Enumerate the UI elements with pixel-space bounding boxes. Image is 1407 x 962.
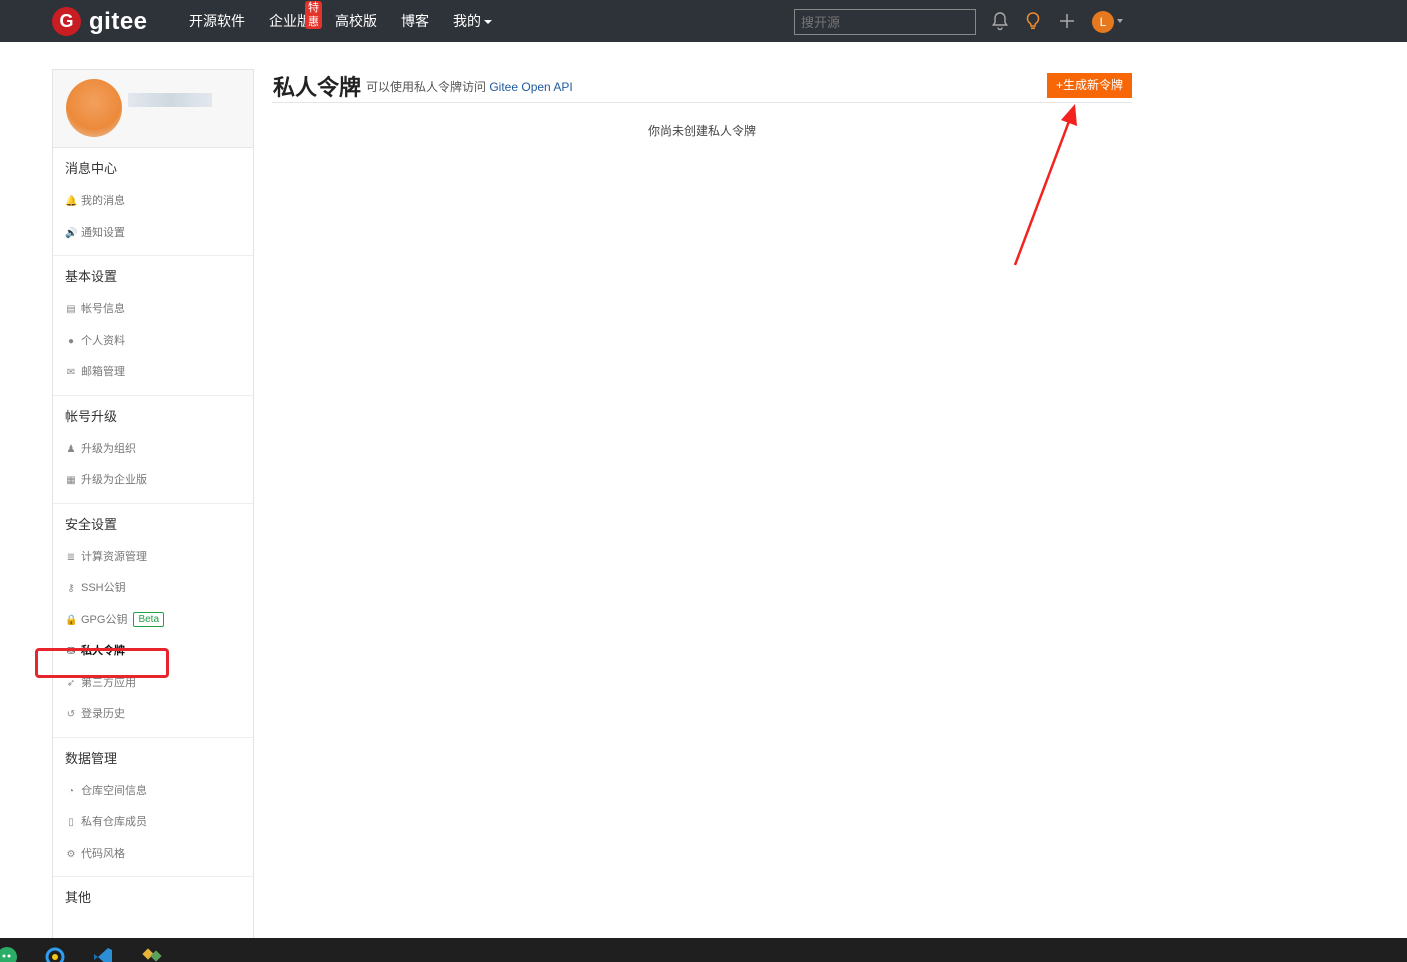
empty-state-text: 你尚未创建私人令牌 <box>647 124 756 138</box>
sidebar-item-label: 通知设置 <box>81 226 125 239</box>
sidebar-group-title: 其他 <box>65 890 92 905</box>
code-style-icon: ⚙ <box>66 848 76 860</box>
top-navbar: G gitee 开源软件 企业版 特惠 高校版 博客 我的 L <box>0 0 1407 42</box>
users-icon: ♟ <box>66 443 76 455</box>
sidebar-item-label: 代码风格 <box>81 847 125 860</box>
sidebar-item-label: 仓库空间信息 <box>81 784 147 797</box>
mail-icon: ✉ <box>66 367 76 378</box>
divider <box>272 102 1132 103</box>
nav-mine[interactable]: 我的 <box>453 11 492 31</box>
history-icon: ↺ <box>66 709 76 720</box>
nav-blog[interactable]: 博客 <box>401 11 429 31</box>
building-icon: ▦ <box>66 475 76 486</box>
username <box>128 93 212 107</box>
wechat-icon[interactable] <box>0 946 18 962</box>
sidebar-group: 基本设置 ▤ 帐号信息 ● 个人资料 ✉ 邮箱管理 <box>53 256 253 396</box>
nav-education[interactable]: 高校版 <box>335 11 377 31</box>
profile-card <box>53 70 253 148</box>
avatar[interactable]: L <box>1092 11 1114 33</box>
id-card-icon: ▤ <box>66 304 76 315</box>
sidebar-group-title: 数据管理 <box>65 750 118 766</box>
page-title: 私人令牌 <box>273 75 362 100</box>
nav-enterprise[interactable]: 企业版 特惠 <box>269 1 322 31</box>
bell-icon[interactable] <box>991 11 1009 36</box>
sidebar-item[interactable]: ● 个人资料 <box>53 326 253 358</box>
sidebar-item-label: 个人资料 <box>81 334 125 347</box>
git-tool-icon[interactable] <box>140 946 164 962</box>
sidebar-item[interactable]: ◔ 仓库空间信息 <box>53 776 253 808</box>
bell-icon: 🔔 <box>65 196 78 207</box>
sidebar-item[interactable]: ▤ 帐号信息 <box>53 294 253 326</box>
sidebar-item-label: 升级为企业版 <box>81 474 147 486</box>
nav-open-source[interactable]: 开源软件 <box>189 11 245 31</box>
sidebar-group-title: 消息中心 <box>65 161 118 176</box>
beta-badge: Beta <box>133 612 165 628</box>
user-icon: ● <box>67 335 75 347</box>
highlight-box <box>35 648 169 678</box>
sidebar-group: 数据管理 ◔ 仓库空间信息 ▯ 私有仓库成员 ⚙ 代码风格 <box>53 738 253 877</box>
avatar[interactable] <box>66 79 122 137</box>
sidebar-group-title: 安全设置 <box>65 516 118 532</box>
sidebar-group: 其他 <box>53 877 253 921</box>
sidebar-item[interactable]: ≣ 计算资源管理 <box>53 542 253 574</box>
sidebar-item-label: GPG公钥 <box>81 613 128 626</box>
nav-mine-label: 我的 <box>453 13 481 29</box>
sidebar-group-title: 帐号升级 <box>65 408 118 424</box>
promo-badge: 特惠 <box>305 1 322 29</box>
generate-token-button[interactable]: +生成新令牌 <box>1047 73 1132 98</box>
gitee-logo-text: gitee <box>89 7 148 35</box>
browser-icon[interactable] <box>44 946 66 962</box>
sidebar-item-label: 登录历史 <box>81 708 125 720</box>
sidebar-item-label: 第三方应用 <box>81 676 136 689</box>
speaker-icon: 🔊 <box>65 227 78 239</box>
key-icon: ⚷ <box>67 583 75 594</box>
gitee-logo[interactable]: G gitee <box>52 7 148 36</box>
gitee-logo-icon: G <box>52 7 81 36</box>
server-icon: ≣ <box>66 551 76 563</box>
chevron-down-icon[interactable] <box>1117 19 1123 23</box>
sidebar-item[interactable]: 🔔 我的消息 <box>53 186 253 218</box>
sidebar-item[interactable]: ↺ 登录历史 <box>53 699 253 731</box>
sidebar-group: 安全设置 ≣ 计算资源管理 ⚷ SSH公钥 🔒 GPG公钥 Beta ⛁ 私人令牌 ➶ 第三方应用 ↺ 登… <box>53 504 253 738</box>
main-nav: 开源软件 企业版 特惠 高校版 博客 我的 <box>189 0 516 42</box>
sidebar-group-title: 基本设置 <box>65 269 118 284</box>
red-arrow-annotation <box>1013 104 1077 266</box>
lock-icon: 🔒 <box>65 614 78 626</box>
search-input[interactable] <box>794 9 976 35</box>
sidebar-item-label: 计算资源管理 <box>81 550 147 563</box>
lightbulb-icon[interactable] <box>1024 11 1042 36</box>
sidebar-groups: 消息中心 🔔 我的消息 🔊 通知设置 基本设置 ▤ 帐号信息 ● 个人资料 ✉ 邮箱管理 帐号升级 ♟ 升级… <box>53 148 253 921</box>
settings-sidebar: 消息中心 🔔 我的消息 🔊 通知设置 基本设置 ▤ 帐号信息 ● 个人资料 ✉ 邮箱管理 帐号升级 ♟ 升级… <box>52 69 254 949</box>
open-api-link[interactable]: Gitee Open API <box>489 80 572 94</box>
sidebar-item[interactable]: ✉ 邮箱管理 <box>53 357 253 389</box>
sidebar-item-label: 帐号信息 <box>81 303 125 315</box>
sidebar-item-label: 升级为组织 <box>81 442 136 455</box>
vscode-icon[interactable] <box>92 946 114 962</box>
sidebar-item-label: 私有仓库成员 <box>81 816 147 828</box>
sidebar-item[interactable]: ♟ 升级为组织 <box>53 434 253 466</box>
sidebar-item-label: 我的消息 <box>81 195 125 207</box>
member-icon: ▯ <box>68 817 74 828</box>
sidebar-item[interactable]: ⚙ 代码风格 <box>53 839 253 871</box>
sidebar-group: 帐号升级 ♟ 升级为组织 ▦ 升级为企业版 <box>53 396 253 504</box>
taskbar <box>0 938 1407 962</box>
subtitle-text: 可以使用私人令牌访问 <box>366 80 490 94</box>
sidebar-item-label: 邮箱管理 <box>81 366 125 378</box>
sidebar-item[interactable]: ▯ 私有仓库成员 <box>53 807 253 839</box>
sidebar-item[interactable]: ▦ 升级为企业版 <box>53 465 253 497</box>
sidebar-item[interactable]: 🔊 通知设置 <box>53 218 253 250</box>
page-subtitle: 可以使用私人令牌访问 Gitee Open API <box>366 78 573 95</box>
sidebar-item-label: SSH公钥 <box>81 582 126 594</box>
pie-chart-icon: ◔ <box>67 785 75 797</box>
sidebar-group: 消息中心 🔔 我的消息 🔊 通知设置 <box>53 148 253 256</box>
sidebar-item[interactable]: ⚷ SSH公钥 <box>53 573 253 605</box>
plus-icon[interactable] <box>1058 11 1076 36</box>
sidebar-item[interactable]: 🔒 GPG公钥 Beta <box>53 605 253 637</box>
chevron-down-icon <box>484 20 492 25</box>
